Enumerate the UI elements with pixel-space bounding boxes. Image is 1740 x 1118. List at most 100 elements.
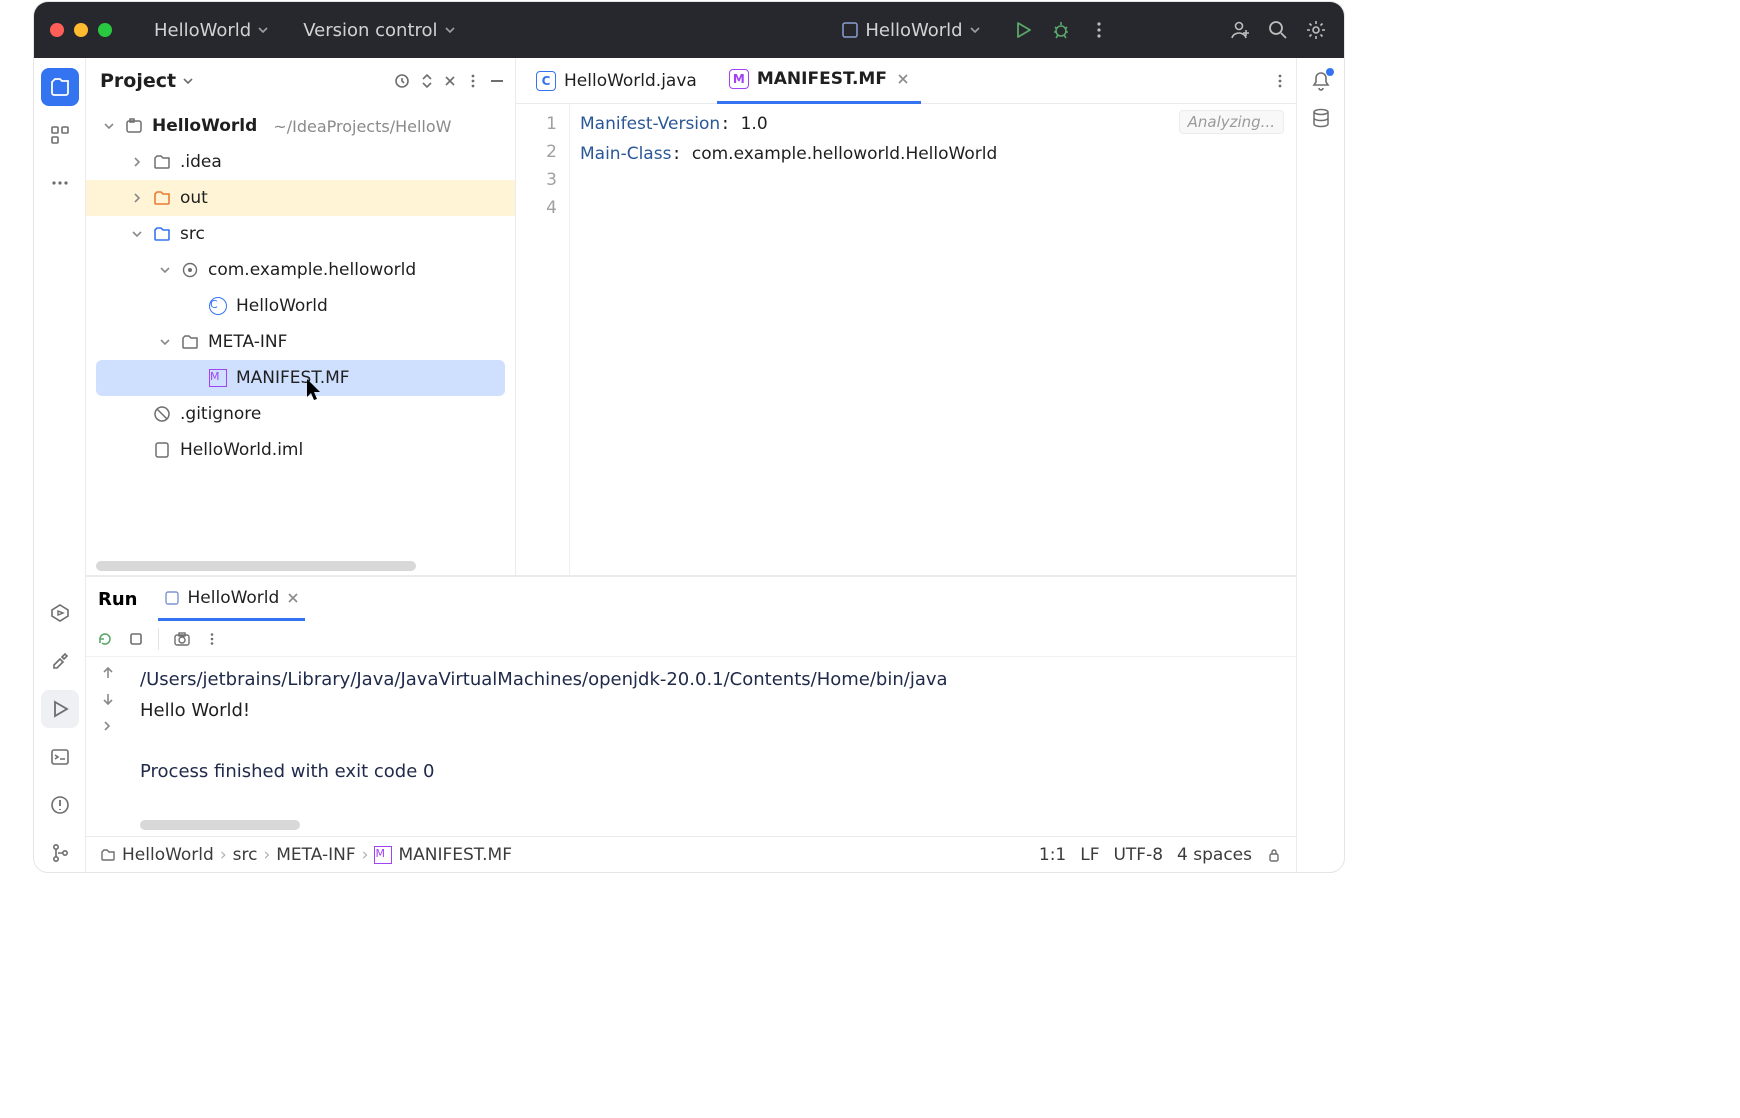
chevron-down-icon[interactable] bbox=[158, 263, 172, 277]
structure-tool-button[interactable] bbox=[41, 116, 79, 154]
chevron-down-icon bbox=[257, 24, 269, 36]
select-opened-file-button[interactable] bbox=[393, 72, 411, 90]
status-encoding[interactable]: UTF-8 bbox=[1113, 845, 1163, 865]
class-icon: C bbox=[208, 296, 228, 316]
debug-button[interactable] bbox=[1049, 18, 1073, 42]
close-tab-button[interactable] bbox=[287, 592, 299, 604]
class-icon: C bbox=[536, 71, 556, 91]
tree-label: HelloWorld.iml bbox=[180, 440, 303, 460]
tree-root[interactable]: HelloWorld ~/IdeaProjects/HelloW bbox=[86, 108, 515, 144]
more-actions-button[interactable] bbox=[1087, 18, 1111, 42]
line-number: 1 bbox=[516, 110, 557, 138]
services-tool-button[interactable] bbox=[41, 594, 79, 632]
tree-label: META-INF bbox=[208, 332, 287, 352]
status-line-sep[interactable]: LF bbox=[1080, 845, 1099, 865]
editor-content[interactable]: Manifest-Version: 1.0 Main-Class: com.ex… bbox=[570, 104, 1296, 575]
editor[interactable]: 1 2 3 4 Manifest-Version: 1.0 Main-Class… bbox=[516, 104, 1296, 575]
code-key: Manifest-Version bbox=[580, 114, 720, 134]
chevron-down-icon[interactable] bbox=[130, 227, 144, 241]
editor-tab-java[interactable]: C HelloWorld.java bbox=[524, 58, 709, 104]
vcs-dropdown[interactable]: Version control bbox=[303, 20, 455, 41]
chevron-right-icon[interactable] bbox=[130, 155, 144, 169]
editor-options-button[interactable] bbox=[1272, 73, 1288, 89]
scroll-up-button[interactable] bbox=[100, 665, 116, 681]
tree-node-out[interactable]: out bbox=[86, 180, 515, 216]
search-everywhere-button[interactable] bbox=[1266, 18, 1290, 42]
breadcrumb[interactable]: HelloWorld › src › META-INF › M MANIFEST… bbox=[100, 845, 512, 865]
run-config-dropdown[interactable]: HelloWorld bbox=[841, 20, 980, 41]
tree-node-manifest[interactable]: M MANIFEST.MF bbox=[96, 360, 505, 396]
code-key: Main-Class bbox=[580, 144, 671, 164]
maximize-window-button[interactable] bbox=[98, 23, 112, 37]
tree-root-path: ~/IdeaProjects/HelloW bbox=[273, 117, 451, 136]
run-tool-window: Run HelloWorld bbox=[86, 576, 1296, 836]
collapse-all-button[interactable] bbox=[443, 74, 457, 88]
folder-source-icon bbox=[152, 224, 172, 244]
tree-label: com.example.helloworld bbox=[208, 260, 416, 280]
database-tool-button[interactable] bbox=[1311, 108, 1331, 128]
hide-tool-window-button[interactable] bbox=[489, 73, 505, 89]
problems-tool-button[interactable] bbox=[41, 786, 79, 824]
close-tab-button[interactable] bbox=[897, 73, 909, 85]
tool-window-options-button[interactable] bbox=[465, 73, 481, 89]
chevron-right-icon: › bbox=[263, 845, 270, 865]
editor-tab-manifest[interactable]: M MANIFEST.MF bbox=[717, 58, 921, 104]
tree-node-idea[interactable]: .idea bbox=[86, 144, 515, 180]
code-with-me-button[interactable] bbox=[1228, 18, 1252, 42]
notifications-button[interactable] bbox=[1310, 70, 1332, 92]
screenshot-button[interactable] bbox=[173, 630, 191, 648]
project-view-selector[interactable]: Project bbox=[100, 70, 194, 92]
package-icon bbox=[180, 260, 200, 280]
window-controls bbox=[50, 23, 112, 37]
tree-label: out bbox=[180, 188, 208, 208]
run-console[interactable]: /Users/jetbrains/Library/Java/JavaVirtua… bbox=[130, 657, 1296, 836]
settings-button[interactable] bbox=[1304, 18, 1328, 42]
terminal-tool-button[interactable] bbox=[41, 738, 79, 776]
stop-button[interactable] bbox=[128, 631, 144, 647]
tree-node-iml[interactable]: HelloWorld.iml bbox=[86, 432, 515, 468]
project-tree[interactable]: HelloWorld ~/IdeaProjects/HelloW .idea o… bbox=[86, 104, 515, 559]
run-tool-button[interactable] bbox=[41, 690, 79, 728]
run-button[interactable] bbox=[1011, 18, 1035, 42]
close-window-button[interactable] bbox=[50, 23, 64, 37]
editor-pane: C HelloWorld.java M MANIFEST.MF bbox=[516, 58, 1296, 575]
horizontal-scrollbar[interactable] bbox=[96, 561, 416, 571]
manifest-icon: M bbox=[729, 69, 749, 89]
tree-node-package[interactable]: com.example.helloworld bbox=[86, 252, 515, 288]
expand-all-button[interactable] bbox=[419, 73, 435, 89]
crumb-label: META-INF bbox=[276, 845, 355, 865]
tree-node-class[interactable]: C HelloWorld bbox=[86, 288, 515, 324]
status-caret-pos[interactable]: 1:1 bbox=[1039, 845, 1066, 865]
scroll-down-button[interactable] bbox=[100, 691, 116, 707]
folder-icon bbox=[100, 847, 116, 863]
project-view-label: Project bbox=[100, 70, 176, 92]
right-tool-stripe bbox=[1296, 58, 1344, 872]
tree-label: .idea bbox=[180, 152, 222, 172]
tab-label: HelloWorld.java bbox=[564, 71, 697, 91]
readonly-toggle[interactable] bbox=[1266, 847, 1282, 863]
manifest-icon: M bbox=[374, 846, 392, 864]
project-dropdown[interactable]: HelloWorld bbox=[154, 20, 269, 41]
code-value: com.example.helloworld.HelloWorld bbox=[692, 144, 997, 164]
tree-node-src[interactable]: src bbox=[86, 216, 515, 252]
gitignore-icon bbox=[152, 404, 172, 424]
horizontal-scrollbar[interactable] bbox=[140, 820, 300, 830]
tree-node-metainf[interactable]: META-INF bbox=[86, 324, 515, 360]
chevron-down-icon[interactable] bbox=[102, 119, 116, 133]
more-tool-button[interactable] bbox=[41, 164, 79, 202]
project-tool-button[interactable] bbox=[41, 68, 79, 106]
rerun-button[interactable] bbox=[96, 630, 114, 648]
status-indent[interactable]: 4 spaces bbox=[1177, 845, 1252, 865]
left-tool-stripe bbox=[34, 58, 86, 872]
build-tool-button[interactable] bbox=[41, 642, 79, 680]
minimize-window-button[interactable] bbox=[74, 23, 88, 37]
tree-node-gitignore[interactable]: .gitignore bbox=[86, 396, 515, 432]
run-tab-label: HelloWorld bbox=[188, 588, 280, 608]
run-tab[interactable]: HelloWorld bbox=[158, 577, 306, 621]
chevron-down-icon[interactable] bbox=[158, 335, 172, 349]
chevron-right-icon[interactable] bbox=[130, 191, 144, 205]
git-tool-button[interactable] bbox=[41, 834, 79, 872]
soft-wrap-button[interactable] bbox=[101, 717, 115, 731]
run-gutter bbox=[86, 657, 130, 836]
more-button[interactable] bbox=[205, 632, 219, 646]
